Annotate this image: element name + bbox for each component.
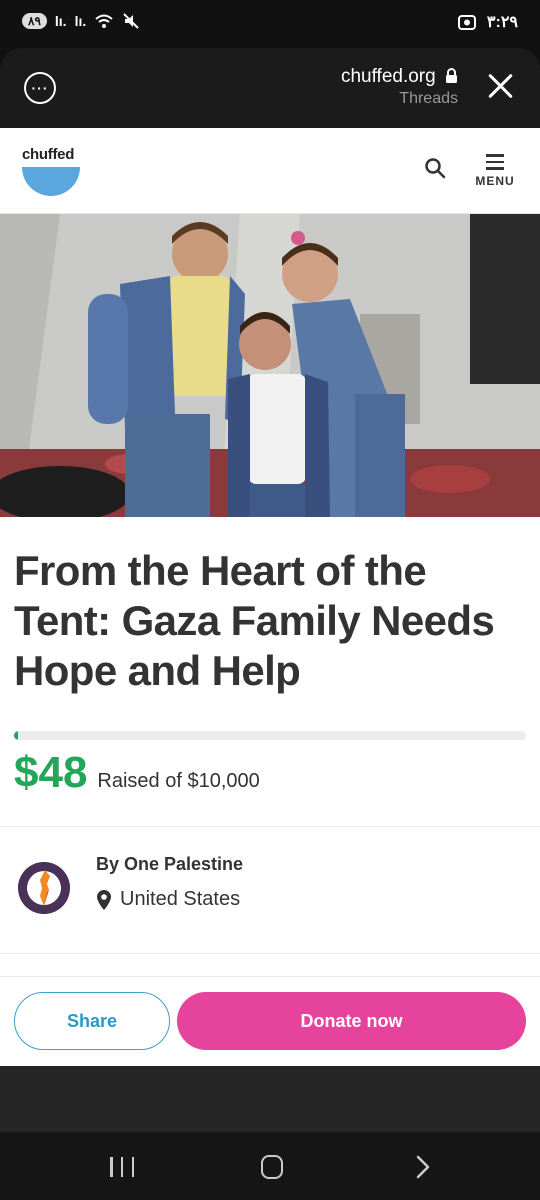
status-left: ٨٩ lı. lı. (22, 12, 140, 30)
url-display[interactable]: chuffed.org Threads (341, 66, 458, 108)
clock: ٣:٢٩ (486, 14, 518, 31)
progress-fill (14, 731, 19, 740)
lock-icon (446, 68, 457, 83)
signal-strength-1: lı. (54, 13, 67, 29)
campaign-title: From the Heart of the Tent: Gaza Family … (14, 547, 495, 694)
status-right: ٣:٢٩ (457, 12, 518, 32)
logo-bowl-shape (22, 167, 80, 196)
logo-text: chuffed (22, 146, 75, 163)
map-pin-icon (97, 889, 111, 910)
url-referrer: Threads (399, 90, 458, 107)
url-domain: chuffed.org (340, 66, 436, 87)
back-chevron-icon[interactable] (410, 1154, 436, 1180)
system-navigation-bar (0, 1132, 540, 1200)
divider (0, 976, 540, 977)
organizer-location: United States (96, 888, 240, 911)
recent-apps-icon[interactable] (110, 1157, 134, 1177)
signal-strength-2: lı. (74, 13, 87, 29)
site-header: chuffed MENU (0, 128, 540, 214)
battery-indicator: ٨٩ (22, 13, 47, 29)
raised-summary: $48 Raised of $10,000 (14, 748, 260, 798)
url-domain-row: chuffed.org (341, 66, 458, 88)
hamburger-icon (486, 154, 504, 170)
divider (0, 953, 540, 954)
browser-bottom-area (0, 1066, 540, 1132)
organizer-avatar[interactable] (18, 862, 70, 914)
share-button[interactable]: Share (14, 992, 170, 1050)
campaign-hero-image (0, 214, 540, 517)
donate-now-button[interactable]: Donate now (177, 992, 526, 1050)
status-bar: ٨٩ lı. lı. ٣:٢٩ (0, 0, 540, 48)
close-icon[interactable] (486, 72, 514, 100)
raised-amount: $48 (14, 748, 88, 797)
fundraising-progress-bar (14, 731, 526, 740)
location-text: United States (120, 888, 241, 910)
search-icon[interactable] (424, 157, 446, 179)
mute-icon (123, 13, 139, 29)
divider (0, 826, 540, 827)
more-options-button[interactable]: ··· (24, 72, 56, 104)
raised-of-goal: Raised of $10,000 (97, 770, 260, 792)
screenshot-icon (457, 15, 476, 30)
organizer-name[interactable]: By One Palestine (96, 854, 243, 875)
hero-photo (0, 214, 540, 517)
browser-toolbar: ··· chuffed.org Threads (0, 48, 540, 128)
menu-button[interactable]: MENU (474, 154, 516, 188)
home-icon[interactable] (261, 1155, 283, 1179)
web-page: chuffed MENU From the Heart of the Tent:… (0, 128, 540, 1066)
menu-label: MENU (475, 173, 515, 188)
wifi-icon (95, 14, 113, 28)
palestine-map-logo (18, 862, 70, 914)
chuffed-logo[interactable]: chuffed (22, 146, 80, 196)
